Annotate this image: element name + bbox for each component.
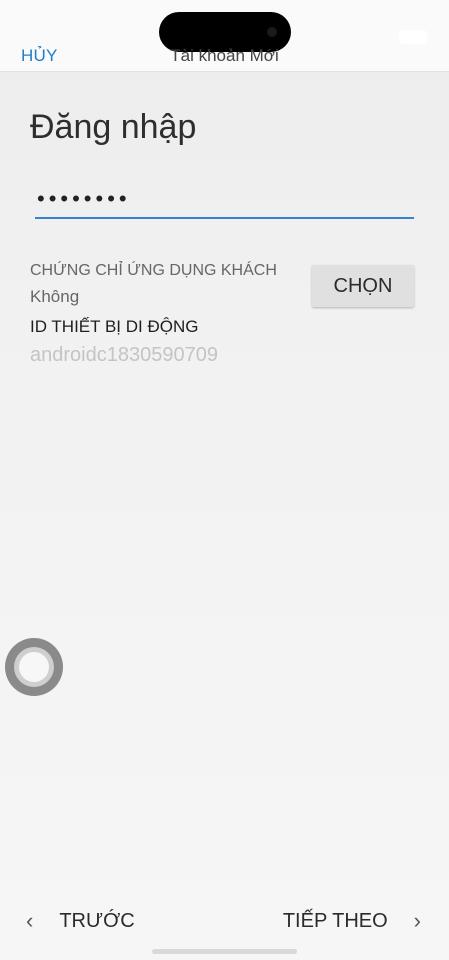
status-bar-icons <box>399 30 427 44</box>
next-label: TIẾP THEO <box>282 909 388 932</box>
chevron-left-icon: ‹ <box>26 908 34 933</box>
battery-icon <box>399 30 427 44</box>
previous-button[interactable]: ‹ TRƯỚC <box>26 906 135 936</box>
chevron-right-icon: › <box>413 908 421 933</box>
screen: Tài khoản Mới HỦY Đăng nhập •••••••• CHỨ… <box>0 0 449 960</box>
camera-icon <box>267 27 277 37</box>
choose-button[interactable]: CHỌN <box>312 265 414 307</box>
previous-label: TRƯỚC <box>59 909 135 932</box>
password-field[interactable]: •••••••• <box>35 182 414 219</box>
client-cert-value: Không <box>30 287 80 306</box>
header-title: Tài khoản Mới <box>170 46 279 65</box>
page-title: Đăng nhập <box>30 108 197 146</box>
device-id-label: ID THIẾT BỊ DI ĐỘNG <box>30 317 199 336</box>
assistive-touch-ring <box>14 647 54 687</box>
next-button[interactable]: TIẾP THEO › <box>283 906 421 936</box>
app-header: Tài khoản Mới HỦY <box>0 0 449 72</box>
cancel-button[interactable]: HỦY <box>21 46 58 66</box>
assistive-touch-core <box>19 652 49 682</box>
client-cert-label: CHỨNG CHỈ ỨNG DỤNG KHÁCH <box>30 262 277 279</box>
assistive-touch-button[interactable] <box>5 638 63 696</box>
device-id-value: androidc1830590709 <box>30 344 218 366</box>
home-indicator[interactable] <box>152 949 297 954</box>
